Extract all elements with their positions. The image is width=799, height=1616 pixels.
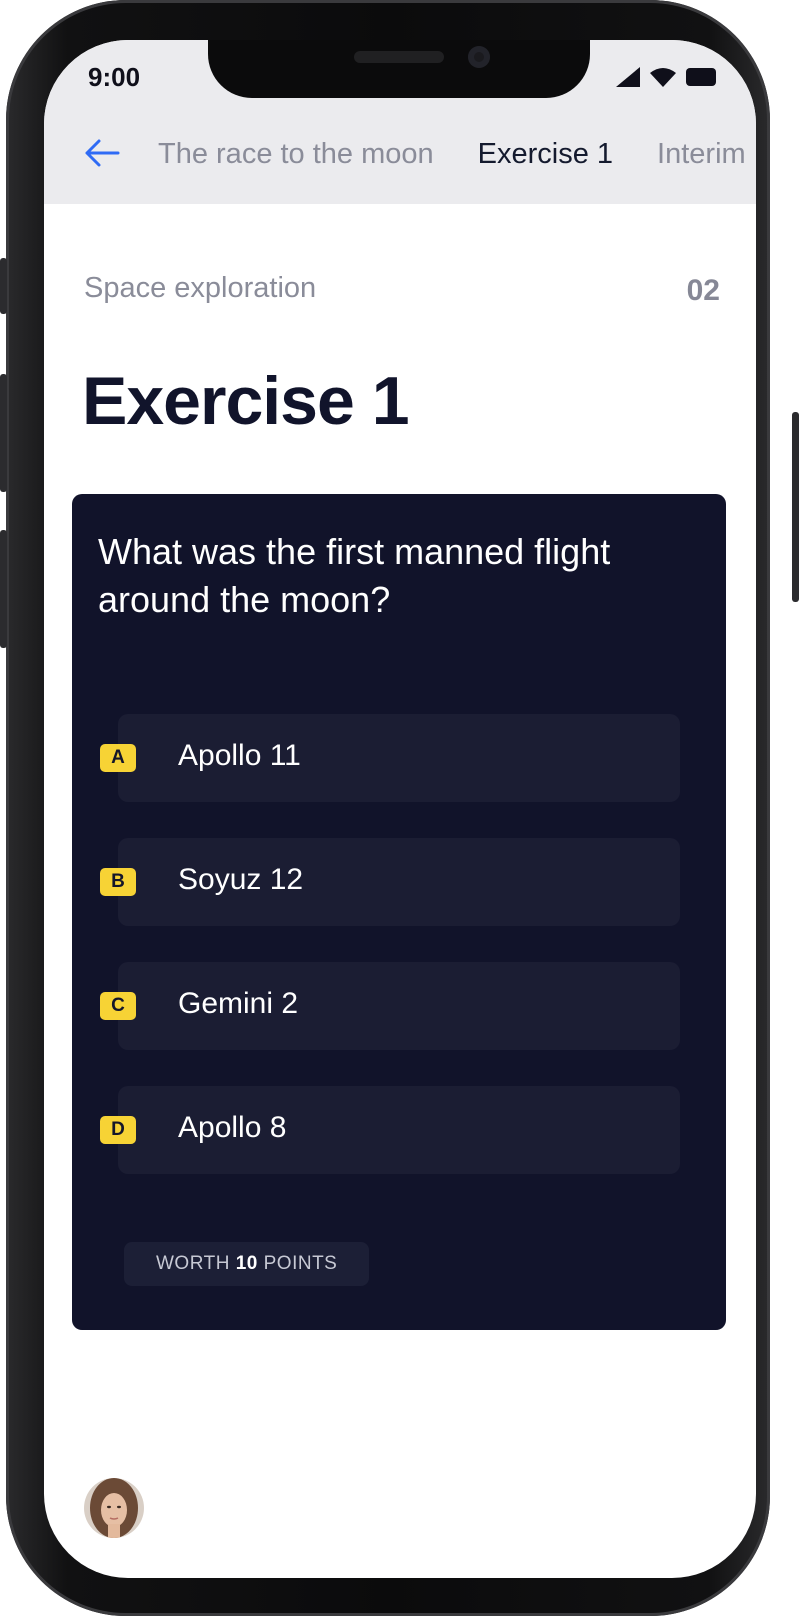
points-value: 10	[235, 1253, 258, 1274]
breadcrumb-item-interim[interactable]: Interim	[657, 138, 746, 171]
phone-screen: 9:00 The race to the moon Exercise 1 Int…	[44, 40, 756, 1578]
side-button-volume-up	[0, 374, 7, 492]
option-label: Soyuz 12	[178, 863, 304, 896]
question-card: What was the first manned flight around …	[72, 494, 726, 1330]
user-avatar[interactable]	[84, 1478, 144, 1538]
course-name: Space exploration	[84, 272, 317, 304]
status-time: 9:00	[88, 62, 141, 92]
answer-option-c[interactable]: C Gemini 2	[72, 962, 726, 1050]
section-number: 02	[686, 274, 720, 307]
points-suffix: POINTS	[263, 1253, 338, 1274]
battery-icon	[686, 68, 716, 86]
page-title: Exercise 1	[82, 363, 410, 439]
cellular-signal-icon	[616, 67, 640, 87]
option-label: Apollo 11	[178, 739, 301, 772]
option-label: Apollo 8	[178, 1111, 287, 1144]
question-text: What was the first manned flight around …	[98, 531, 611, 620]
points-prefix: WORTH	[156, 1253, 230, 1274]
answer-option-d[interactable]: D Apollo 8	[72, 1086, 726, 1174]
side-button-mute	[0, 258, 7, 314]
wifi-icon	[650, 68, 676, 87]
breadcrumb: The race to the moon Exercise 1 Interim	[158, 138, 746, 171]
camera-notch	[208, 40, 590, 98]
arrow-left-icon[interactable]	[84, 138, 120, 168]
option-letter-badge: A	[100, 744, 136, 772]
answer-option-a[interactable]: A Apollo 11	[72, 714, 726, 802]
status-icons	[616, 67, 716, 87]
earpiece-speaker	[354, 51, 444, 63]
option-label: Gemini 2	[178, 987, 299, 1020]
avatar-image	[84, 1478, 144, 1538]
breadcrumb-item-race-to-moon[interactable]: The race to the moon	[158, 138, 434, 171]
side-button-power	[792, 412, 799, 602]
option-letter-badge: D	[100, 1116, 136, 1144]
points-badge: WORTH 10 POINTS	[124, 1242, 370, 1286]
option-letter-badge: C	[100, 992, 136, 1020]
front-camera-icon	[468, 46, 490, 68]
breadcrumb-nav: The race to the moon Exercise 1 Interim	[44, 100, 756, 204]
breadcrumb-item-exercise-1[interactable]: Exercise 1	[478, 138, 613, 171]
option-letter-badge: B	[100, 868, 136, 896]
side-button-volume-down	[0, 530, 7, 648]
answer-option-b[interactable]: B Soyuz 12	[72, 838, 726, 926]
